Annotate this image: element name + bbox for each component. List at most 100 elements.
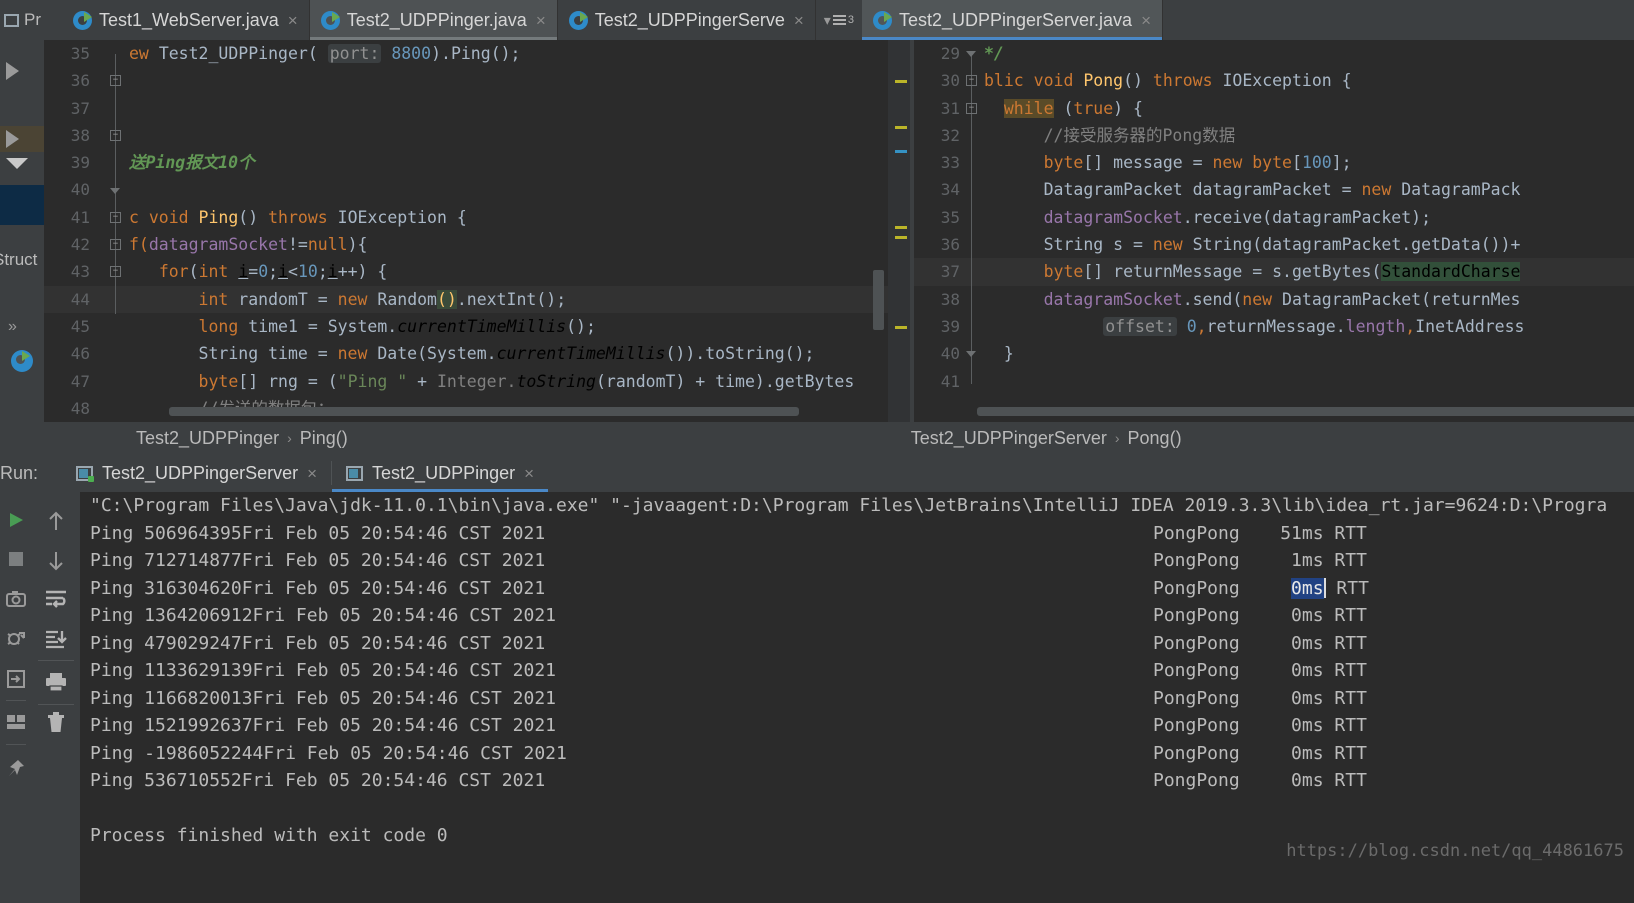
editor-pane-right[interactable]: 29 */ 30 blic void Pong() throws IOExceptio… — [914, 40, 1634, 422]
run-gutter-icon-1[interactable] — [6, 62, 36, 80]
code-text[interactable]: while (true) { — [984, 95, 1143, 122]
breadcrumb-right[interactable]: Test2_UDPPingerServer › Pong() — [911, 428, 1182, 449]
structure-tool-label[interactable]: Struct — [0, 250, 37, 270]
code-line[interactable]: 46 String time = new Date(System.current… — [44, 340, 910, 367]
error-stripe-left[interactable] — [888, 40, 910, 422]
run-tab-test2-udppinger[interactable]: Test2_UDPPinger × — [332, 463, 549, 492]
code-line[interactable]: 36 String s = new String(datagramPacket.… — [914, 231, 1634, 258]
code-line[interactable]: 32 //接受服务器的Pong数据 — [914, 122, 1634, 149]
selected-strip-row[interactable] — [0, 185, 44, 225]
code-line[interactable]: 39 送Ping报文10个 — [44, 149, 910, 176]
console-row[interactable]: Ping 506964395Fri Feb 05 20:54:46 CST 20… — [80, 520, 1634, 548]
code-text[interactable]: byte[] returnMessage = s.getBytes(Standa… — [984, 258, 1521, 285]
editor-tab-test1-webserver[interactable]: Test1_WebServer.java × — [62, 0, 310, 40]
code-text[interactable]: */ — [984, 40, 1004, 67]
code-line[interactable]: 44 int randomT = new Random().nextInt(); — [44, 285, 910, 313]
console-row[interactable]: Ping 316304620Fri Feb 05 20:54:46 CST 20… — [80, 575, 1634, 603]
down-arrow-icon[interactable] — [32, 550, 80, 572]
thread-dump-icon[interactable] — [0, 630, 32, 648]
code-line[interactable]: 47 byte[] rng = ("Ping " + Integer.toStr… — [44, 368, 910, 395]
code-line[interactable]: 34 DatagramPacket datagramPacket = new D… — [914, 176, 1634, 203]
run-gutter-icon-2[interactable] — [0, 126, 44, 152]
code-content-right[interactable]: 29 */ 30 blic void Pong() throws IOExceptio… — [914, 40, 1634, 422]
editor-horizontal-scrollbar-right[interactable] — [977, 407, 1634, 416]
console-command-line[interactable]: "C:\Program Files\Java\jdk-11.0.1\bin\ja… — [80, 492, 1634, 520]
code-line[interactable]: 41 c void Ping() throws IOException { — [44, 204, 910, 231]
soft-wrap-icon[interactable] — [32, 590, 80, 608]
scroll-to-end-icon[interactable] — [32, 630, 80, 650]
breadcrumb-class[interactable]: Test2_UDPPingerServer — [911, 428, 1107, 449]
breadcrumb-method[interactable]: Ping() — [300, 428, 348, 449]
code-line[interactable]: 35 datagramSocket.receive(datagramPacket… — [914, 204, 1634, 231]
code-text[interactable]: String s = new String(datagramPacket.get… — [984, 231, 1521, 258]
code-fold-icon[interactable]: − — [966, 102, 977, 114]
code-text[interactable]: } — [984, 340, 1014, 367]
close-icon[interactable]: × — [524, 464, 534, 484]
code-line[interactable]: 39 offset: 0,returnMessage.length,InetAd… — [914, 313, 1634, 340]
code-line[interactable]: 38 datagramSocket.send(new DatagramPacke… — [914, 286, 1634, 313]
code-fold-end-icon[interactable] — [110, 185, 121, 196]
run-tab-test2-udppingerserver[interactable]: Test2_UDPPingerServer × — [62, 463, 331, 492]
editor-vertical-scrollbar-left[interactable] — [873, 270, 884, 330]
console-row[interactable]: Ping 536710552Fri Feb 05 20:54:46 CST 20… — [80, 767, 1634, 795]
project-tool-stub[interactable]: Pr — [0, 0, 62, 40]
code-text[interactable]: String time = new Date(System.currentTim… — [129, 340, 815, 367]
code-text[interactable]: for(int i=0;i<10;i++) { — [129, 258, 388, 285]
up-arrow-icon[interactable] — [32, 510, 80, 532]
close-icon[interactable]: × — [794, 12, 804, 29]
code-line[interactable]: 41 — [914, 368, 1634, 395]
code-text[interactable]: offset: 0,returnMessage.length,InetAddre… — [984, 313, 1524, 340]
collapse-icon[interactable] — [6, 158, 36, 169]
code-fold-icon[interactable]: − — [110, 211, 121, 223]
code-text[interactable]: datagramSocket.send(new DatagramPacket(r… — [984, 286, 1521, 313]
code-line[interactable]: 29 */ — [914, 40, 1634, 67]
editor-tab-test2-udppingerserver[interactable]: Test2_UDPPingerServer.java × — [861, 0, 1163, 40]
code-fold-end-icon[interactable] — [966, 348, 977, 359]
code-line[interactable]: 37 byte[] returnMessage = s.getBytes(Sta… — [914, 258, 1634, 286]
breadcrumb-left[interactable]: Test2_UDPPinger › Ping() — [136, 428, 348, 449]
code-line[interactable]: 40 — [44, 176, 910, 203]
console-row[interactable]: Ping 1364206912Fri Feb 05 20:54:46 CST 2… — [80, 602, 1634, 630]
print-icon[interactable] — [32, 672, 80, 692]
code-text[interactable]: byte[] rng = ("Ping " + Integer.toString… — [129, 368, 855, 395]
console-row[interactable]: Ping 712714877Fri Feb 05 20:54:46 CST 20… — [80, 547, 1634, 575]
code-fold-icon[interactable]: − — [110, 239, 121, 251]
expand-chevron-icon[interactable]: » — [8, 318, 17, 336]
layout-settings-icon[interactable] — [0, 714, 32, 730]
rerun-icon[interactable] — [0, 510, 32, 530]
code-text[interactable]: long time1 = System.currentTimeMillis(); — [129, 313, 596, 340]
code-line[interactable]: 35 ew Test2_UDPPinger( port: 8800).Ping()… — [44, 40, 910, 67]
editor-pane-left[interactable]: 35 ew Test2_UDPPinger( port: 8800).Ping()… — [44, 40, 910, 422]
editor-tab-test2-udppinger[interactable]: Test2_UDPPinger.java × — [309, 0, 558, 40]
code-text[interactable]: f(datagramSocket!=null){ — [129, 231, 367, 258]
code-line[interactable]: 30 blic void Pong() throws IOException { — [914, 67, 1634, 94]
console-row[interactable]: Ping 479029247Fri Feb 05 20:54:46 CST 20… — [80, 630, 1634, 658]
code-text[interactable]: datagramSocket.receive(datagramPacket); — [984, 204, 1431, 231]
editor-horizontal-scrollbar-left[interactable] — [169, 407, 799, 416]
code-content-left[interactable]: 35 ew Test2_UDPPinger( port: 8800).Ping()… — [44, 40, 910, 422]
code-fold-icon[interactable]: − — [110, 266, 121, 278]
code-line[interactable]: 45 long time1 = System.currentTimeMillis… — [44, 313, 910, 340]
editor-tab-test2-udppingerserver-truncated[interactable]: Test2_UDPPingerServe × — [557, 0, 816, 40]
code-fold-icon[interactable]: − — [110, 129, 121, 141]
code-line[interactable]: 43 for(int i=0;i<10;i++) { — [44, 258, 910, 285]
console-row[interactable]: Ping 1133629139Fri Feb 05 20:54:46 CST 2… — [80, 657, 1634, 685]
close-icon[interactable]: × — [307, 464, 317, 484]
code-fold-end-icon[interactable] — [966, 48, 977, 59]
code-text[interactable]: 送Ping报文10个 — [129, 149, 255, 176]
code-text[interactable]: //接受服务器的Pong数据 — [984, 122, 1236, 149]
tab-overflow-button[interactable]: ▾ 3 — [815, 0, 862, 40]
console-row[interactable]: Ping 1521992637Fri Feb 05 20:54:46 CST 2… — [80, 712, 1634, 740]
code-text[interactable]: blic void Pong() throws IOException { — [984, 67, 1352, 94]
console-row[interactable]: Ping 1166820013Fri Feb 05 20:54:46 CST 2… — [80, 685, 1634, 713]
console-output[interactable]: "C:\Program Files\Java\jdk-11.0.1\bin\ja… — [80, 492, 1634, 903]
code-line[interactable]: 37 — [44, 95, 910, 122]
code-text[interactable]: ew Test2_UDPPinger( port: 8800).Ping(); — [129, 40, 521, 67]
code-text[interactable]: c void Ping() throws IOException { — [129, 204, 467, 231]
code-line[interactable]: 31 while (true) { — [914, 95, 1634, 122]
code-text[interactable]: int randomT = new Random().nextInt(); — [129, 286, 566, 313]
close-icon[interactable]: × — [536, 12, 546, 29]
breadcrumb-class[interactable]: Test2_UDPPinger — [136, 428, 279, 449]
code-line[interactable]: 33 byte[] message = new byte[100]; — [914, 149, 1634, 176]
screenshot-icon[interactable] — [0, 590, 32, 608]
